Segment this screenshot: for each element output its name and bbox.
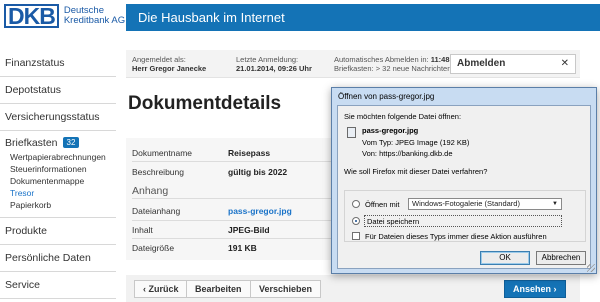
dialog-body: Sie möchten folgende Datei öffnen: pass-… [337, 105, 591, 269]
session-info-bar: Angemeldet als: Herr Gregor Janecke Letz… [126, 50, 580, 78]
sidebar-group-briefkasten: Briefkasten 32 Wertpapierabrechnungen Ste… [0, 131, 116, 218]
divider [132, 238, 332, 239]
view-button[interactable]: Ansehen › [504, 280, 566, 298]
logo-text: Deutsche Kreditbank AG [64, 6, 125, 26]
always-do-checkbox[interactable] [352, 232, 360, 240]
divider [132, 198, 332, 199]
file-type-value: JPEG Image (192 KB) [395, 138, 470, 147]
login-user: Herr Gregor Janecke [132, 64, 207, 73]
sidebar-subitem-wertpapierabrechnungen[interactable]: Wertpapierabrechnungen [5, 151, 116, 163]
divider [132, 220, 332, 221]
cancel-button[interactable]: Abbrechen [536, 251, 586, 265]
dialog-title: Öffnen von pass-gregor.jpg [338, 92, 435, 101]
login-label: Angemeldet als: [132, 55, 186, 64]
file-icon [347, 127, 356, 138]
attachment-link[interactable]: pass-gregor.jpg [228, 205, 292, 217]
sidebar-item-produkte[interactable]: Produkte [0, 218, 116, 245]
last-login-value: 21.01.2014, 09:26 Uhr [236, 64, 312, 73]
sidebar-item-briefkasten[interactable]: Briefkasten 32 [5, 135, 116, 151]
open-with-radio[interactable] [352, 200, 360, 208]
dialog-question: Wie soll Firefox mit dieser Datei verfah… [344, 167, 488, 176]
sidebar-subitem-papierkorb[interactable]: Papierkorb [5, 199, 116, 211]
file-source-value: https://banking.dkb.de [379, 149, 453, 158]
detail-value: gültig bis 2022 [228, 167, 288, 177]
auto-logout-label: Automatisches Abmelden in: [334, 55, 429, 64]
dialog-intro: Sie möchten folgende Datei öffnen: [344, 112, 462, 121]
always-do-label[interactable]: Für Dateien dieses Typs immer diese Akti… [365, 232, 547, 241]
file-open-dialog: Öffnen von pass-gregor.jpg Sie möchten f… [331, 87, 597, 274]
logo-line-2: Kreditbank AG [63, 15, 126, 26]
action-bar: ‹ Zurück Bearbeiten Verschieben Ansehen … [126, 275, 580, 302]
sidebar-item-finanzstatus[interactable]: Finanzstatus [0, 50, 116, 77]
sidebar-subitem-dokumentenmappe[interactable]: Dokumentenmappe [5, 175, 116, 187]
sidebar-item-label: Briefkasten [5, 137, 58, 149]
mailbox-label: Briefkasten: [334, 64, 374, 73]
dropdown-arrow-icon: ▼ [552, 201, 558, 207]
back-button[interactable]: ‹ Zurück [134, 280, 188, 298]
file-type-label: Vom Typ: [362, 138, 394, 147]
page-title: Dokumentdetails [128, 93, 282, 114]
detail-label: Dokumentname [132, 148, 193, 158]
sidebar-item-depotstatus[interactable]: Depotstatus [0, 77, 116, 104]
open-with-value: Windows-Fotogalerie (Standard) [412, 199, 520, 208]
open-with-label[interactable]: Öffnen mit [365, 200, 399, 209]
last-login-label: Letzte Anmeldung: [236, 55, 299, 64]
detail-value: Reisepass [228, 148, 271, 158]
sidebar-item-service[interactable]: Service [0, 272, 116, 299]
save-file-label[interactable]: Datei speichern [367, 217, 419, 226]
section-heading-anhang: Anhang [132, 185, 169, 197]
resize-grip-icon[interactable] [587, 264, 595, 272]
login-info: Angemeldet als: Herr Gregor Janecke [132, 55, 206, 73]
logout-label: Abmelden [457, 58, 506, 69]
ok-button[interactable]: OK [480, 251, 530, 265]
dkb-logo[interactable]: DKB Deutsche Kreditbank AG [4, 4, 125, 28]
detail-value: JPEG-Bild [228, 225, 270, 235]
edit-button[interactable]: Bearbeiten [186, 280, 251, 298]
dialog-filename: pass-gregor.jpg [362, 126, 419, 135]
save-file-radio[interactable] [352, 217, 360, 225]
divider [132, 161, 332, 162]
open-with-select[interactable]: Windows-Fotogalerie (Standard) ▼ [408, 198, 562, 210]
sidebar-subitem-steuerinformationen[interactable]: Steuerinformationen [5, 163, 116, 175]
detail-label: Inhalt [132, 225, 153, 235]
mailbox-messages-link[interactable]: > 32 neue Nachrichten [376, 64, 452, 73]
file-source-label: Von: [362, 149, 378, 158]
logo-mark: DKB [4, 4, 59, 28]
move-button[interactable]: Verschieben [250, 280, 322, 298]
sidebar-nav: Finanzstatus Depotstatus Versicherungsst… [0, 50, 116, 299]
detail-label: Dateigröße [132, 243, 175, 253]
last-login-info: Letzte Anmeldung: 21.01.2014, 09:26 Uhr [236, 55, 312, 73]
sidebar-item-versicherungsstatus[interactable]: Versicherungsstatus [0, 104, 116, 131]
sidebar-item-persoenliche-daten[interactable]: Persönliche Daten [0, 245, 116, 272]
dialog-file-source: Von: https://banking.dkb.de [362, 149, 453, 158]
detail-value: 191 KB [228, 243, 257, 253]
sidebar-subitem-tresor[interactable]: Tresor [5, 187, 116, 199]
auto-logout-info: Automatisches Abmelden in: 11:48 Min Bri… [334, 55, 465, 73]
unread-count-badge: 32 [62, 137, 80, 148]
dialog-file-type: Vom Typ: JPEG Image (192 KB) [362, 138, 469, 147]
logout-button[interactable]: Abmelden ✕ [450, 54, 576, 74]
detail-label: Dateianhang [132, 206, 181, 216]
close-icon: ✕ [560, 58, 569, 69]
detail-label: Beschreibung [132, 167, 184, 177]
header-banner: Die Hausbank im Internet [126, 4, 600, 31]
